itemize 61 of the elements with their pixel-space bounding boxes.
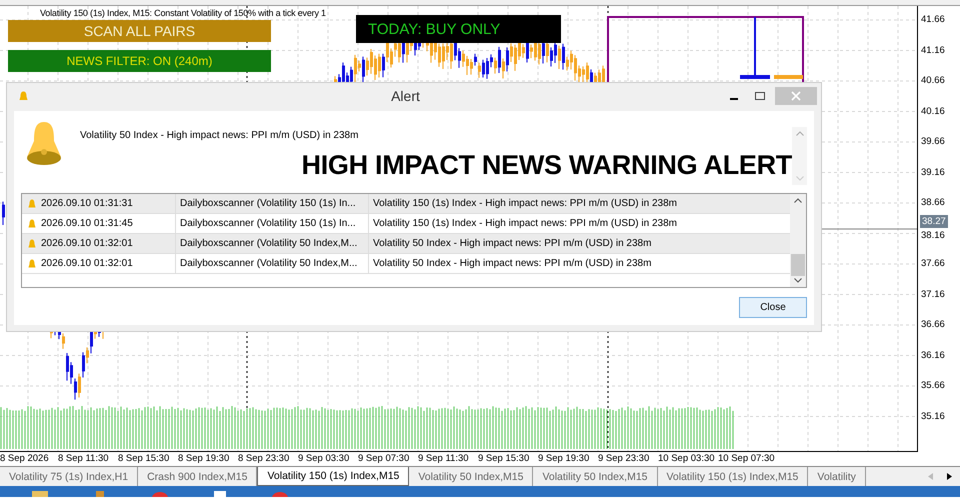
table-cell-text: Volatility 150 (1s) Index - High impact news: PPI m/m (USD) in 238m	[372, 197, 678, 211]
bell-icon	[25, 121, 63, 167]
minimize-icon	[730, 98, 738, 100]
time-label: 9 Sep 03:30	[298, 453, 350, 464]
price-label: 40.16	[921, 106, 945, 116]
price-label: 36.66	[921, 319, 945, 330]
time-label: 8 Sep 19:30	[178, 453, 230, 464]
signal-label: TODAY: BUY ONLY	[356, 15, 561, 43]
alert-time: 2026.09.10 01:31:45	[41, 218, 133, 229]
alert-message: Volatility 50 Index - High impact news: PPI m/m (USD) in 238m	[80, 130, 360, 141]
current-price-label: 38.27	[920, 215, 948, 228]
time-label: 9 Sep 07:30	[358, 453, 410, 464]
price-label: 38.16	[921, 230, 945, 240]
table-cell-text: Volatility 50 Index - High impact news: PPI m/m (USD) in 238m	[372, 237, 652, 251]
price-label: 41.16	[921, 44, 945, 56]
scroll-down-icon[interactable]	[794, 278, 802, 283]
alert-time: 2026.09.10 01:32:01	[41, 238, 133, 249]
alert-time: 2026.09.10 01:31:31	[41, 198, 133, 209]
close-button[interactable]: Close	[739, 297, 807, 318]
maximize-icon	[755, 91, 765, 101]
time-label: 8 Sep 15:30	[118, 453, 170, 464]
news-filter-button[interactable]: NEWS FILTER: ON (240m)	[8, 50, 271, 72]
table-cell-text: Volatility 50 Index - High impact news: PPI m/m (USD) in 238m	[372, 257, 652, 271]
bell-icon	[19, 90, 28, 102]
scroll-up-icon[interactable]	[794, 198, 802, 203]
alert-time: 2026.09.10 01:32:01	[41, 258, 133, 269]
scroll-right-icon[interactable]	[947, 473, 952, 480]
alert-heading: HIGH IMPACT NEWS WARNING ALERT	[300, 150, 792, 181]
scrollbar[interactable]	[790, 194, 806, 287]
price-label: 35.66	[921, 380, 945, 391]
time-label: 9 Sep 19:30	[538, 453, 590, 464]
time-label: 8 Sep 2026	[0, 453, 49, 464]
table-cell: Dailyboxscanner (Volatility 50 Index,M...	[176, 254, 369, 273]
time-label: 9 Sep 15:30	[478, 453, 530, 464]
price-label: 39.16	[921, 166, 945, 178]
price-label: 36.16	[921, 350, 945, 360]
scan-button[interactable]: SCAN ALL PAIRS	[8, 20, 271, 42]
price-label: 41.66	[921, 14, 945, 25]
app-icon[interactable]	[30, 490, 50, 497]
price-label: 37.16	[921, 288, 945, 300]
price-label: 35.16	[921, 410, 945, 422]
chart-tab[interactable]: Volatility 150 (1s) Index,M15	[257, 467, 410, 486]
time-label: 10 Sep 03:30	[658, 453, 715, 464]
table-cell: Dailyboxscanner (Volatility 150 (1s) In...	[176, 214, 369, 233]
price-label: 39.66	[921, 136, 945, 147]
scroll-left-icon[interactable]	[928, 473, 933, 480]
time-label: 9 Sep 11:30	[418, 453, 469, 464]
table-cell: Dailyboxscanner (Volatility 50 Index,M...	[176, 234, 369, 253]
time-label: 9 Sep 23:30	[598, 453, 650, 464]
scroll-thumb[interactable]	[791, 254, 805, 276]
price-label: 38.66	[921, 197, 945, 208]
close-icon	[791, 91, 801, 101]
price-label: 40.66	[921, 75, 945, 86]
table-cell: Dailyboxscanner (Volatility 150 (1s) In...	[176, 194, 369, 213]
time-label: 8 Sep 23:30	[238, 453, 290, 464]
dialog-title: Alert	[391, 88, 420, 104]
time-label: 8 Sep 11:30	[58, 453, 109, 464]
table-cell-text: Volatility 150 (1s) Index - High impact news: PPI m/m (USD) in 238m	[372, 217, 678, 231]
time-label: 10 Sep 07:30	[718, 453, 775, 464]
chart-title: Volatility 150 (1s) Index, M15: Constant Volatility of 150% with a tick every 1	[40, 8, 326, 18]
price-label: 37.66	[921, 258, 945, 269]
